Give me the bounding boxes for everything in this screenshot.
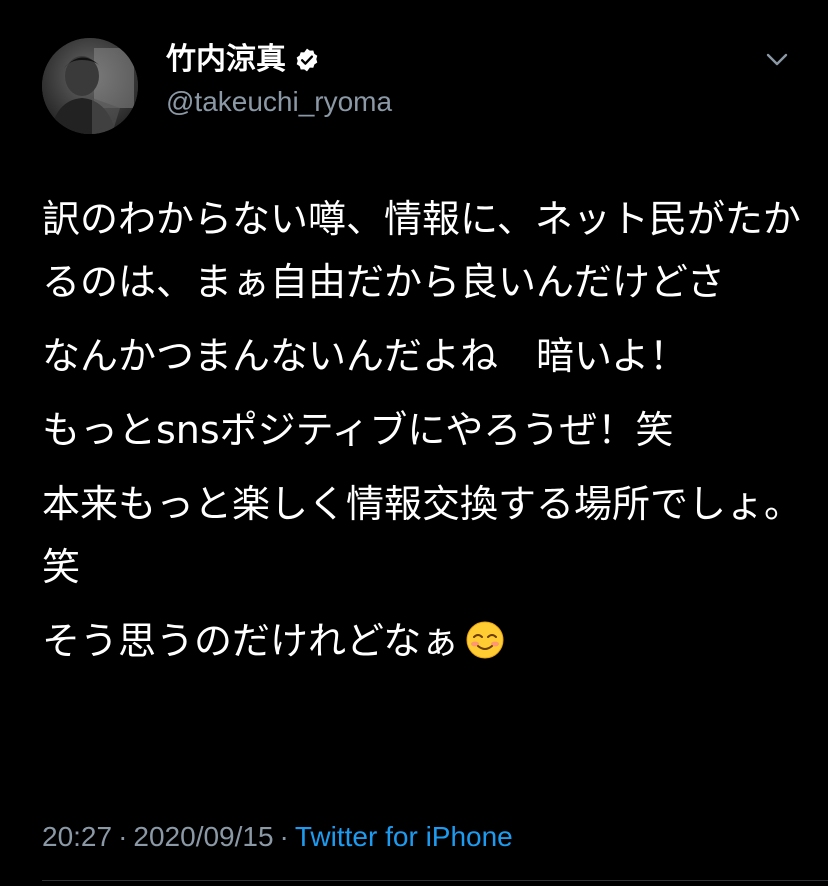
divider: [42, 880, 828, 881]
tweet-date[interactable]: 2020/09/15: [133, 821, 273, 852]
avatar[interactable]: [42, 38, 138, 134]
display-name[interactable]: 竹内涼真: [166, 40, 286, 80]
source-link[interactable]: Twitter for iPhone: [295, 821, 513, 852]
smiling-face-icon: [466, 621, 504, 659]
user-name-row[interactable]: 竹内涼真: [166, 40, 320, 80]
tweet-paragraph: 訳のわからない噂、情報に、ネット民がたかるのは、まぁ自由だから良いんだけどさ: [42, 197, 801, 304]
tweet-time[interactable]: 20:27: [42, 821, 112, 852]
tweet-paragraph: そう思うのだけれどなぁ: [42, 619, 460, 663]
separator: ·: [279, 821, 289, 852]
user-handle[interactable]: @takeuchi_ryoma: [166, 84, 392, 120]
tweet-text: 訳のわからない噂、情報に、ネット民がたかるのは、まぁ自由だから良いんだけどさ な…: [42, 188, 802, 684]
tweet-paragraph: 本来もっと楽しく情報交換する場所でしょ。笑: [42, 482, 803, 589]
tweet-card: 竹内涼真 @takeuchi_ryoma 訳のわからない噂、情報に、ネット民がた…: [0, 0, 828, 886]
chevron-down-icon[interactable]: [760, 46, 794, 74]
separator: ·: [118, 821, 128, 852]
tweet-paragraph-last: そう思うのだけれどなぁ: [42, 610, 802, 673]
tweet-paragraph: なんかつまんないんだよね 暗いよ！: [42, 334, 688, 378]
verified-badge-icon: [296, 48, 318, 72]
tweet-paragraph: もっとsnsポジティブにやろうぜ！笑: [42, 408, 674, 452]
tweet-metadata: 20:27 · 2020/09/15 · Twitter for iPhone: [42, 818, 513, 856]
avatar-photo: [42, 38, 138, 134]
